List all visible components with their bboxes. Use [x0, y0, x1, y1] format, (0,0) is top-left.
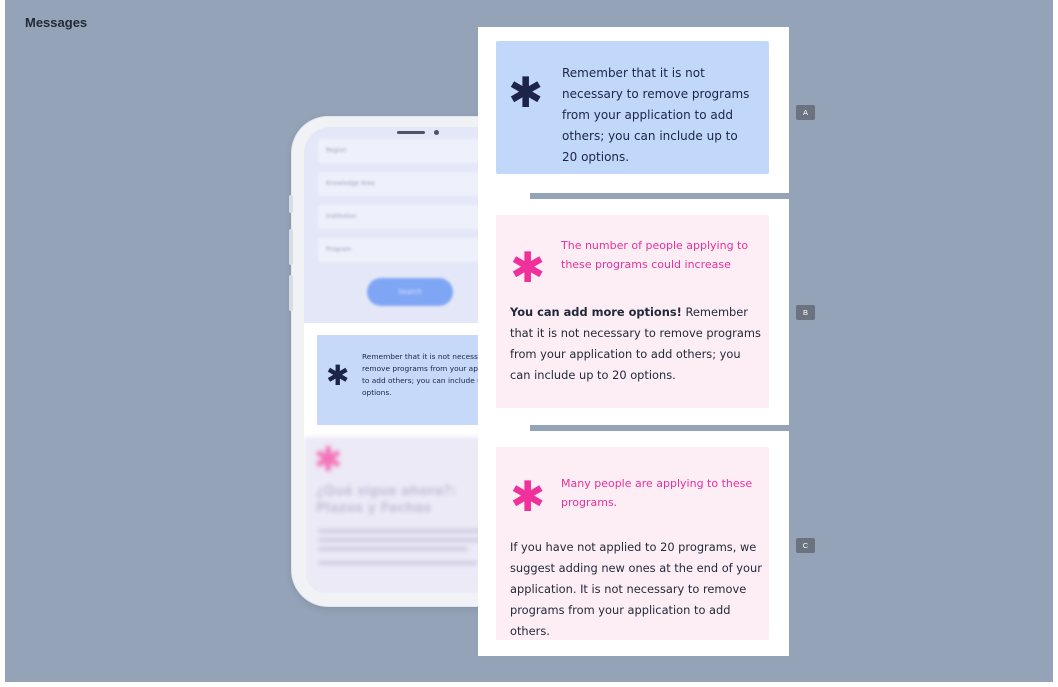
message-body: If you have not applied to 20 programs, …: [510, 540, 762, 638]
page-title: Messages: [25, 15, 88, 30]
variant-tag-b: B: [796, 305, 815, 320]
text-line: [318, 538, 488, 542]
phone-side-button: [289, 195, 293, 213]
message-card-a: ✱ Remember that it is not necessary to r…: [496, 41, 769, 174]
asterisk-icon: ✱: [314, 440, 343, 480]
message-headline: The number of people applying to these p…: [561, 239, 749, 271]
asterisk-icon: ✱: [508, 68, 544, 117]
phone-side-button: [289, 275, 293, 311]
divider: [530, 425, 789, 431]
message-card-c: ✱ Many people are applying to these prog…: [496, 447, 769, 640]
message-variants-panel: ✱ Remember that it is not necessary to r…: [478, 27, 789, 656]
variant-tag-a: A: [796, 105, 815, 120]
text-line: [318, 529, 498, 533]
variant-tag-c: C: [796, 538, 815, 553]
message-headline: Many people are applying to these progra…: [561, 477, 753, 509]
asterisk-icon: ✱: [326, 359, 350, 392]
asterisk-icon: ✱: [510, 243, 546, 292]
phone-side-button: [289, 229, 293, 265]
asterisk-icon: ✱: [510, 472, 546, 521]
message-body: You can add more options! Remember that …: [510, 302, 762, 386]
text-line: [318, 561, 478, 565]
message-card-b: ✱ The number of people applying to these…: [496, 215, 769, 408]
search-button[interactable]: Search: [367, 278, 453, 306]
message-text: Remember that it is not necessary to rem…: [562, 66, 750, 164]
text-line: [318, 547, 468, 551]
phone-camera: [434, 130, 439, 135]
message-body-bold: You can add more options!: [510, 305, 682, 319]
phone-speaker: [397, 131, 425, 134]
divider: [530, 193, 789, 199]
canvas: Messages Region Knowledge Area Instituti…: [5, 0, 1053, 682]
